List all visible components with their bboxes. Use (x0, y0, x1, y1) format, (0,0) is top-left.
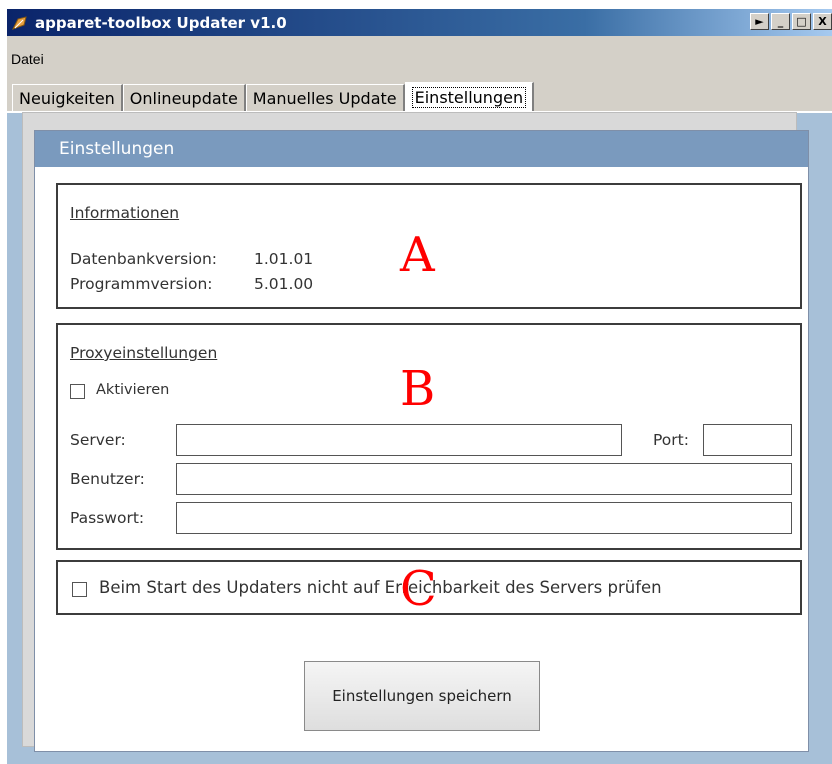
app-icon (11, 15, 27, 30)
startup-section: Beim Start des Updaters nicht auf Erreic… (56, 560, 802, 615)
tab-label: Neuigkeiten (19, 89, 115, 108)
prog-version-value: 5.01.00 (254, 275, 314, 293)
user-input[interactable] (176, 463, 792, 495)
tab-strip: Neuigkeiten Onlineupdate Manuelles Updat… (12, 82, 535, 112)
skip-server-check-checkbox[interactable] (72, 582, 87, 597)
prog-version-label: Programmversion: (70, 275, 213, 293)
tab-label: Manuelles Update (252, 89, 397, 108)
maximize-button[interactable]: □ (792, 13, 811, 30)
password-label: Passwort: (70, 509, 145, 527)
server-input[interactable] (176, 424, 622, 456)
annotation-c: C (400, 561, 437, 617)
tab-manuelles-update[interactable]: Manuelles Update (245, 84, 405, 112)
tab-label: Onlineupdate (129, 89, 238, 108)
annotation-b: B (400, 361, 436, 417)
proxy-activate-label: Aktivieren (96, 382, 170, 398)
minimize-button[interactable]: _ (771, 13, 790, 30)
proxy-activate-checkbox[interactable] (70, 384, 85, 399)
save-settings-button[interactable]: Einstellungen speichern (304, 661, 540, 731)
db-version-value: 1.01.01 (254, 250, 314, 268)
caption-buttons: ► _ □ X (750, 13, 832, 30)
settings-panel: Einstellungen Informationen Datenbankver… (34, 130, 809, 752)
user-label: Benutzer: (70, 470, 145, 488)
info-heading: Informationen (70, 204, 180, 222)
window-title: apparet-toolbox Updater v1.0 (35, 13, 287, 32)
port-label: Port: (653, 431, 689, 449)
help-button[interactable]: ► (750, 13, 769, 30)
tab-label: Einstellungen (411, 87, 527, 108)
tab-neuigkeiten[interactable]: Neuigkeiten (12, 84, 123, 112)
server-label: Server: (70, 431, 126, 449)
annotation-a: A (400, 227, 435, 283)
port-input[interactable] (703, 424, 792, 456)
info-section: Informationen Datenbankversion: 1.01.01 … (56, 183, 802, 309)
close-button[interactable]: X (813, 13, 832, 30)
panel-header: Einstellungen (35, 131, 808, 167)
skip-server-check-label: Beim Start des Updaters nicht auf Erreic… (99, 578, 662, 597)
title-bar: apparet-toolbox Updater v1.0 ► _ □ X (7, 9, 832, 36)
menu-datei[interactable]: Datei (7, 51, 48, 67)
db-version-label: Datenbankversion: (70, 250, 218, 268)
tab-onlineupdate[interactable]: Onlineupdate (122, 84, 246, 112)
tab-einstellungen[interactable]: Einstellungen (404, 82, 535, 112)
proxy-section: Proxyeinstellungen Aktivieren B Server: … (56, 323, 802, 550)
proxy-heading: Proxyeinstellungen (70, 344, 218, 362)
menu-bar: Datei (7, 48, 48, 70)
password-input[interactable] (176, 502, 792, 534)
